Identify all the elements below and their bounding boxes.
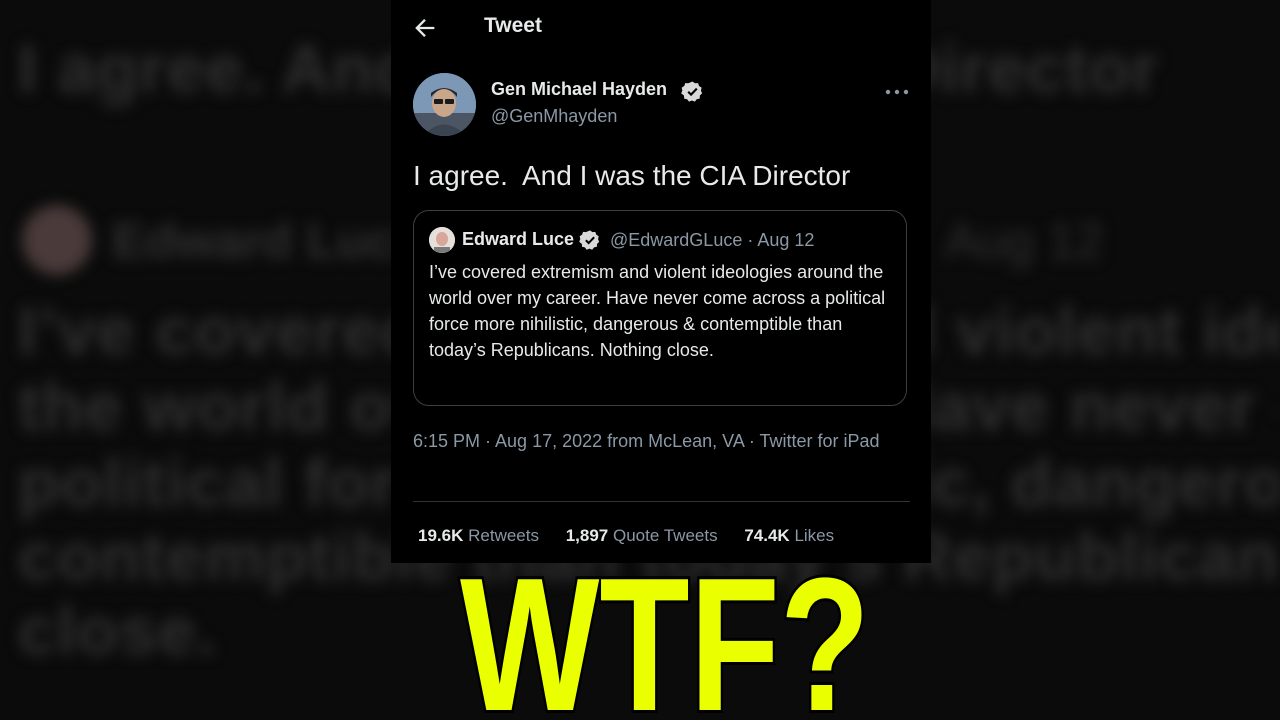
quoted-text: I’ve covered extremism and violent ideol…: [429, 262, 886, 360]
more-horizontal-icon[interactable]: [884, 86, 910, 98]
avatar[interactable]: [413, 73, 476, 136]
author-handle[interactable]: @GenMhayden: [491, 106, 617, 127]
overlay-caption: WTF?: [457, 536, 873, 720]
verified-badge-icon: [681, 81, 703, 102]
author-name[interactable]: Gen Michael Hayden: [491, 79, 667, 100]
verified-badge-icon: [579, 230, 600, 250]
divider: [413, 501, 910, 502]
top-bar: Tweet: [391, 0, 931, 54]
quoted-avatar: [429, 227, 455, 253]
overlay-caption-text: WTF?: [460, 539, 870, 720]
quoted-handle-date: @EdwardGLuce · Aug 12: [610, 230, 815, 250]
bg-quoted-date: Aug 12: [945, 213, 1104, 269]
quoted-author-name: Edward Luce: [462, 229, 575, 249]
quoted-tweet[interactable]: Edward Luce @EdwardGLuce · Aug 12 I’ve c…: [413, 210, 907, 406]
tweet-meta: 6:15 PM · Aug 17, 2022 from McLean, VA ·…: [413, 431, 880, 451]
tweet-text: I agree. And I was the CIA Director: [413, 160, 851, 191]
bg-quote-line: close.: [18, 593, 217, 669]
bg-avatar: [22, 205, 92, 275]
tweet-card: Tweet Gen Michael Hayden @GenMhayden I a…: [391, 0, 931, 563]
bg-quoted-name: Edward Luce: [112, 213, 424, 269]
arrow-left-icon[interactable]: [411, 14, 439, 42]
page-title: Tweet: [484, 14, 542, 37]
